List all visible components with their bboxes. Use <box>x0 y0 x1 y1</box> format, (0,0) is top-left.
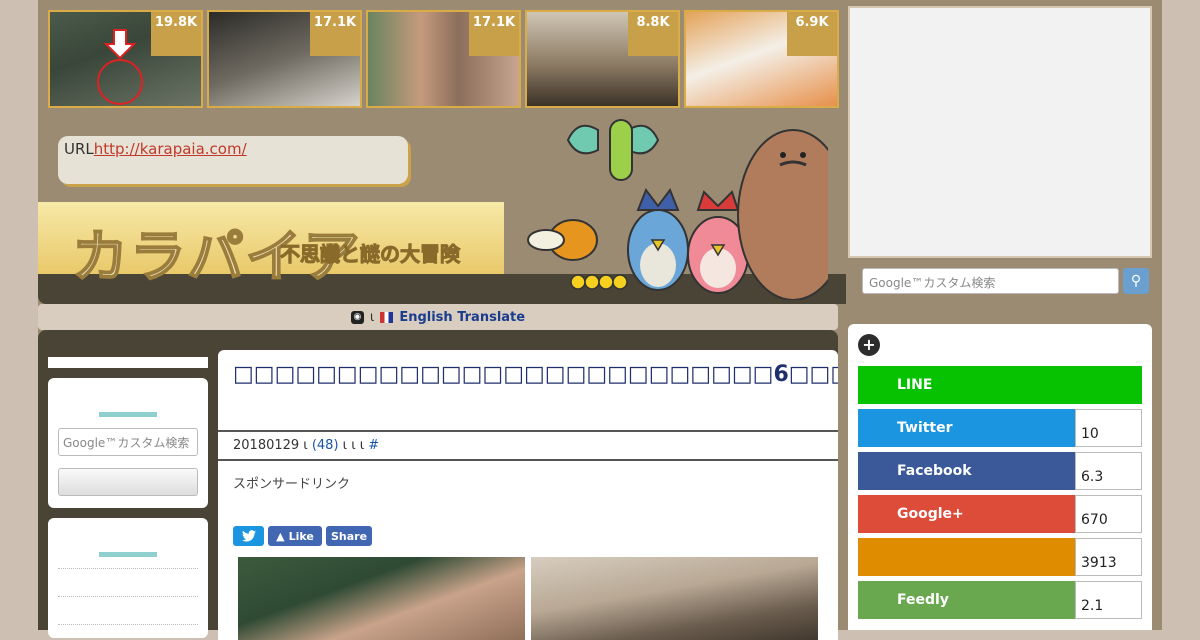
orange-service-count: 3913 <box>1075 538 1142 576</box>
site-tagline: 不思議と謎の大冒険 <box>280 242 461 267</box>
share-count: 17.1K <box>469 12 519 56</box>
translate-separator: ι <box>369 309 375 325</box>
url-box: URLhttp://karapaia.com/ <box>58 136 408 184</box>
share-buttons: ▲ Like Share <box>233 526 372 546</box>
article-title[interactable]: □□□□□□□□□□□□□□□□□□□□□□□□□□6□□□□□□□□□□□□□… <box>218 350 838 432</box>
share-count: 17.1K <box>310 12 360 56</box>
english-translate-link[interactable]: English Translate <box>399 310 525 325</box>
sidebar-list-panel <box>48 518 208 638</box>
article-date: 20180129 <box>233 438 300 453</box>
social-row-facebook[interactable]: Facebook 6.3 <box>858 452 1142 490</box>
social-row-googleplus[interactable]: Google+ 670 <box>858 495 1142 533</box>
social-row-line[interactable]: LINE <box>858 366 1142 404</box>
orange-service-label <box>858 538 1075 576</box>
twitter-label: Twitter <box>858 409 1075 447</box>
share-label: Share <box>330 529 368 543</box>
article: □□□□□□□□□□□□□□□□□□□□□□□□□□6□□□□□□□□□□□□□… <box>218 350 838 640</box>
content-area: Google™カスタム検索 □□□□□□□□□□□□□□□□□□□□□□□□□□… <box>38 330 838 640</box>
line-label: LINE <box>858 366 1142 404</box>
accent-line <box>99 552 157 557</box>
globe-icon: ◉ <box>350 310 364 324</box>
twitter-bird-icon <box>241 530 256 542</box>
thumbnail-5[interactable]: 6.9K <box>684 10 839 108</box>
facebook-label: Facebook <box>858 452 1075 490</box>
thumbs-up-icon: ▲ <box>276 529 285 543</box>
ad-placeholder <box>848 6 1152 258</box>
article-photo-left <box>238 557 525 640</box>
list-divider <box>58 596 198 597</box>
plus-icon[interactable]: + <box>858 334 880 356</box>
article-photo-right <box>531 557 818 640</box>
sidebar-search-input[interactable]: Google™カスタム検索 <box>58 428 198 456</box>
list-divider <box>58 624 198 625</box>
thumbnail-1[interactable]: 19.8K <box>48 10 203 108</box>
feedly-label: Feedly <box>858 581 1075 619</box>
search-icon: ⚲ <box>1130 273 1142 289</box>
googleplus-count: 670 <box>1075 495 1142 533</box>
url-label: URL <box>64 140 94 158</box>
site-url-link[interactable]: http://karapaia.com/ <box>94 140 247 158</box>
thumbnail-2[interactable]: 17.1K <box>207 10 362 108</box>
meta-separator: ι ι ι <box>338 438 369 453</box>
feedly-count: 2.1 <box>1075 581 1142 619</box>
list-divider <box>58 568 198 569</box>
social-row-twitter[interactable]: Twitter 10 <box>858 409 1142 447</box>
social-row-feedly[interactable]: Feedly 2.1 <box>858 581 1142 619</box>
sidebar-search-button[interactable] <box>58 468 198 496</box>
facebook-like-button[interactable]: ▲ Like <box>268 526 322 546</box>
permalink-hash[interactable]: # <box>368 438 379 453</box>
mascot-illustration <box>527 119 828 300</box>
comment-count-link[interactable]: (48) <box>312 438 339 453</box>
translate-bar: ◉ ι English Translate <box>38 304 838 330</box>
twitter-count: 10 <box>1075 409 1142 447</box>
google-search-input[interactable]: Google™カスタム検索 <box>862 268 1119 294</box>
share-count: 19.8K <box>151 12 201 56</box>
thumbnail-4[interactable]: 8.8K <box>525 10 680 108</box>
thumbnail-3[interactable]: 17.1K <box>366 10 521 108</box>
meta-separator: ι <box>299 438 312 453</box>
popular-thumbnails: 19.8K 17.1K 17.1K 8.8K 6.9K <box>48 10 839 108</box>
twitter-share-button[interactable] <box>233 526 264 546</box>
share-count: 6.9K <box>787 12 837 56</box>
article-meta: 20180129 ι (48) ι ι ι # <box>218 432 838 461</box>
sidebar-top-bar <box>48 357 208 368</box>
share-count: 8.8K <box>628 12 678 56</box>
accent-line <box>99 412 157 417</box>
googleplus-label: Google+ <box>858 495 1075 533</box>
social-panel: + LINE Twitter 10 Facebook 6.3 Google+ 6… <box>848 324 1152 630</box>
page: 19.8K 17.1K 17.1K 8.8K 6.9K URLhttp://ka… <box>38 0 1162 640</box>
logo-banner[interactable]: カラパイア 不思議と謎の大冒険 <box>38 202 504 291</box>
social-row-hatena[interactable]: 3913 <box>858 538 1142 576</box>
sponsored-link-label: スポンサードリンク <box>233 477 351 492</box>
sidebar-search-panel: Google™カスタム検索 <box>48 378 208 508</box>
facebook-count: 6.3 <box>1075 452 1142 490</box>
uk-flag-icon <box>380 311 394 323</box>
like-label: Like <box>288 529 314 543</box>
search-button[interactable]: ⚲ <box>1123 268 1149 294</box>
facebook-share-button[interactable]: Share <box>326 526 372 546</box>
